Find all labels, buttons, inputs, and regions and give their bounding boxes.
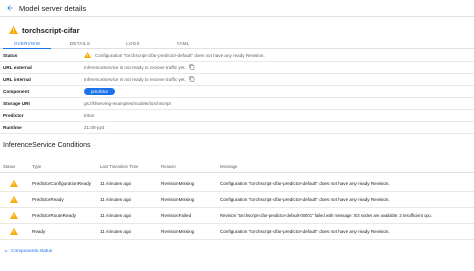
warning-icon xyxy=(9,26,18,34)
column-header-status[interactable]: Status xyxy=(3,164,15,169)
arrow-back-icon xyxy=(7,5,13,11)
property-label: Predictor xyxy=(3,112,24,118)
property-value: triton xyxy=(84,112,95,118)
condition-message: Configuration "torchscript-cifar-predict… xyxy=(220,197,390,202)
property-row-component: Component predictor xyxy=(0,86,474,98)
property-value: gs://kfserving-examples/models/torchscri… xyxy=(84,100,171,106)
condition-message: Configuration "torchscript-cifar-predict… xyxy=(220,229,390,234)
property-row-storage-uri: Storage URI gs://kfserving-examples/mode… xyxy=(0,98,474,110)
property-row-runtime: Runtime 21.08-py3 xyxy=(0,122,474,134)
condition-message: Revision "torchscript-cifar-predictor-de… xyxy=(220,213,432,218)
warning-icon xyxy=(10,180,18,188)
warning-icon xyxy=(10,228,18,236)
column-header-message[interactable]: Message xyxy=(220,164,237,169)
warning-icon xyxy=(10,196,18,204)
tab-yaml[interactable]: YAML xyxy=(163,38,203,49)
column-header-reason[interactable]: Reason xyxy=(161,164,176,169)
condition-time: 11 minutes ago xyxy=(100,197,132,202)
property-label: URL external xyxy=(3,64,32,70)
property-label: Status xyxy=(3,52,18,58)
condition-time: 11 minutes ago xyxy=(100,229,132,234)
table-row: Ready 11 minutes ago RevisionMissing Con… xyxy=(0,224,474,240)
property-label: Component xyxy=(3,88,30,94)
property-row-predictor: Predictor triton xyxy=(0,110,474,122)
back-button[interactable] xyxy=(3,1,17,15)
condition-reason: RevisionMissing xyxy=(161,229,195,234)
condition-time: 11 minutes ago xyxy=(100,213,132,218)
condition-type: Ready xyxy=(32,229,46,234)
conditions-title: InferenceService Conditions xyxy=(3,142,91,149)
property-row-status: Status Configuration "torchscript-cifar-… xyxy=(0,50,474,62)
page-title: Model server details xyxy=(19,3,87,13)
condition-type: PredictorRouteReady xyxy=(32,213,76,218)
condition-time: 11 minutes ago xyxy=(100,181,132,186)
tab-details[interactable]: DETAILS xyxy=(60,38,100,49)
warning-icon xyxy=(84,52,91,59)
warning-icon xyxy=(10,212,18,220)
property-value: 21.08-py3 xyxy=(84,124,105,130)
property-label: Runtime xyxy=(3,124,22,130)
chevron-down-icon xyxy=(3,248,9,254)
component-chip[interactable]: predictor xyxy=(84,87,116,95)
condition-reason: RevisionMissing xyxy=(161,181,195,186)
condition-reason: RevisionFailed xyxy=(161,213,192,218)
copy-icon[interactable] xyxy=(189,76,195,83)
property-label: URL internal xyxy=(3,76,31,82)
top-bar: Model server details xyxy=(0,0,474,17)
table-row: PredictorConfigurationReady 11 minutes a… xyxy=(0,176,474,192)
tab-overview[interactable]: OVERVIEW xyxy=(3,38,51,49)
column-header-time[interactable]: Last Transition Time xyxy=(100,164,138,169)
table-row: PredictorReady 11 minutes ago RevisionMi… xyxy=(0,192,474,208)
property-value: Configuration "torchscript-cifar-predict… xyxy=(95,52,265,58)
table-header: Status Type Last Transition Time Reason … xyxy=(0,161,474,173)
server-name: torchscript-cifar xyxy=(22,25,80,35)
tab-bar: OVERVIEW DETAILS LOGS YAML xyxy=(0,38,474,49)
condition-type: PredictorConfigurationReady xyxy=(32,181,91,186)
components-status-label: Components status xyxy=(11,248,53,254)
column-header-type[interactable]: Type xyxy=(32,164,41,169)
copy-icon[interactable] xyxy=(189,64,195,71)
tab-logs[interactable]: LOGS xyxy=(113,38,153,49)
property-value: InferenceService is not ready to recieve… xyxy=(84,76,186,82)
property-row-url-external: URL external InferenceService is not rea… xyxy=(0,62,474,74)
property-row-url-internal: URL internal InferenceService is not rea… xyxy=(0,74,474,86)
condition-type: PredictorReady xyxy=(32,197,64,202)
condition-reason: RevisionMissing xyxy=(161,197,195,202)
server-header: torchscript-cifar xyxy=(0,24,80,36)
table-row: PredictorRouteReady 11 minutes ago Revis… xyxy=(0,208,474,224)
property-label: Storage URI xyxy=(3,100,30,106)
components-status-toggle[interactable]: Components status xyxy=(3,248,52,254)
property-value: InferenceService is not ready to recieve… xyxy=(84,64,186,70)
condition-message: Configuration "torchscript-cifar-predict… xyxy=(220,181,390,186)
